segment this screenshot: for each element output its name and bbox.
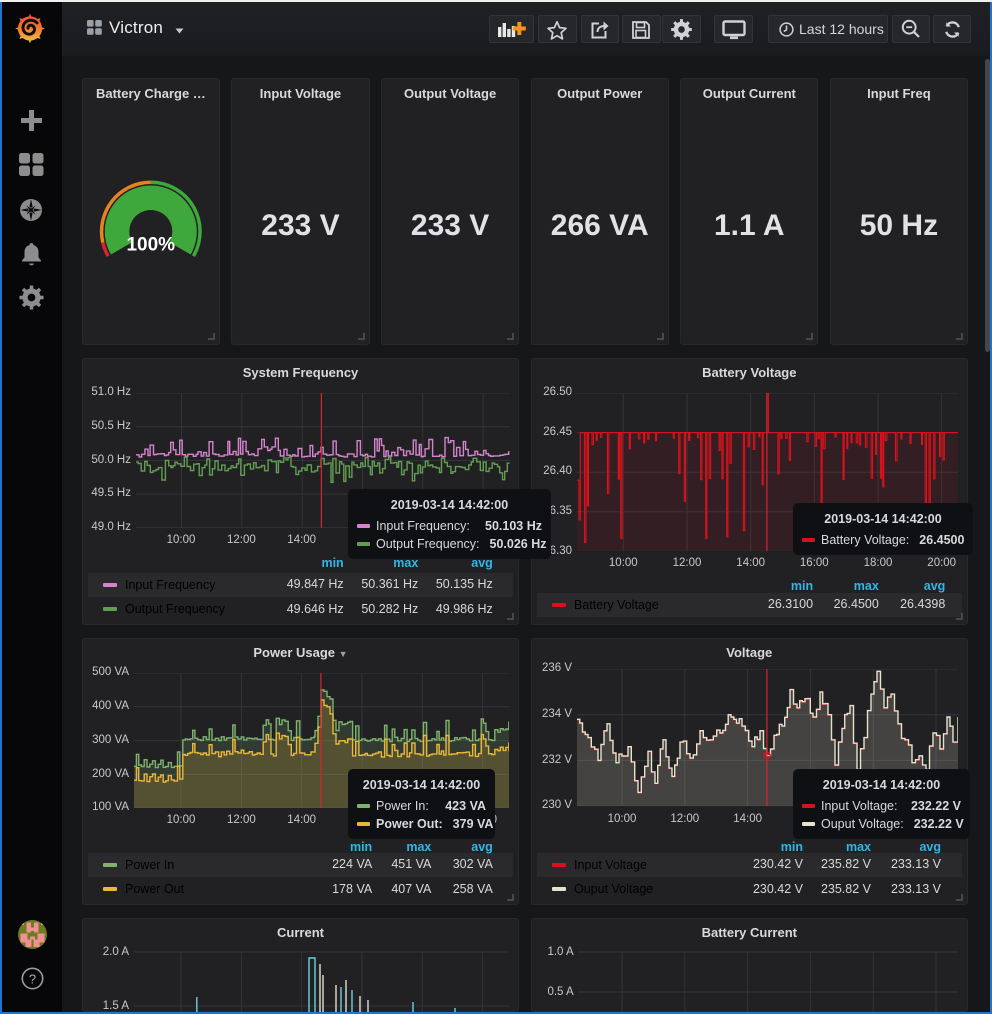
svg-text:100%: 100% [126, 234, 175, 255]
svg-text:?: ? [29, 971, 36, 986]
